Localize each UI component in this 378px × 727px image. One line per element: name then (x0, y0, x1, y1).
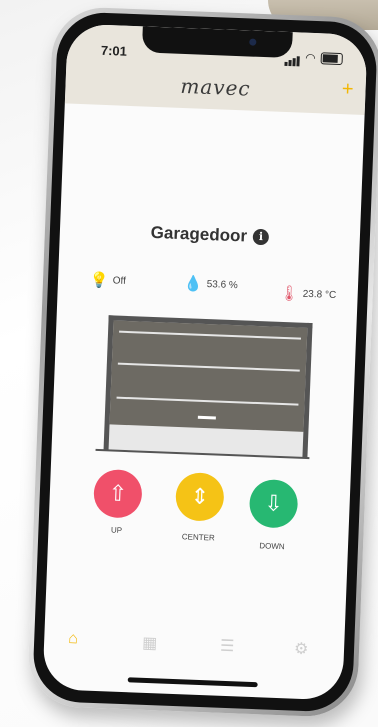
droplet-icon: 💧 (183, 275, 203, 293)
camera-icon (249, 38, 257, 46)
light-sensor: 💡 Off (90, 271, 127, 290)
down-button[interactable]: ⇩ (248, 478, 299, 529)
down-label: DOWN (259, 541, 285, 552)
list-icon[interactable]: ☰ (220, 636, 235, 657)
garage-door-frame (103, 315, 313, 459)
temperature-value: 23.8 °C (302, 288, 337, 301)
device-title: Garagedoor i (60, 219, 361, 251)
door-slat (117, 362, 300, 372)
lightbulb-icon: 💡 (89, 271, 110, 290)
humidity-value: 53.6 % (206, 278, 239, 291)
up-label: UP (110, 525, 123, 535)
phone-bezel: 7:01 ◠ mavec + Garagedoor i 💡 Off 💧 53.6… (31, 11, 378, 713)
battery-icon (320, 52, 343, 66)
status-icons: ◠ (283, 48, 343, 68)
phone-body: 7:01 ◠ mavec + Garagedoor i 💡 Off 💧 53.6… (26, 5, 378, 719)
brand-logo: mavec (179, 73, 252, 101)
settings-icon[interactable]: ⚙ (294, 639, 309, 660)
home-indicator (127, 677, 258, 688)
app-screen: 7:01 ◠ mavec + Garagedoor i 💡 Off 💧 53.6… (42, 23, 368, 701)
grid-icon[interactable]: ▦ (142, 633, 158, 654)
tab-bar: ⌂ ▦ ☰ ⚙ (43, 619, 344, 670)
humidity-sensor: 💧 53.6 % (184, 274, 238, 294)
info-icon[interactable]: i (252, 228, 270, 246)
up-button[interactable]: ⇧ (92, 468, 143, 519)
temperature-sensor: 🌡 23.8 °C (279, 284, 336, 304)
garage-door-panel (109, 320, 308, 432)
light-value: Off (112, 274, 127, 287)
home-icon[interactable]: ⌂ (68, 630, 78, 648)
door-handle (197, 415, 216, 420)
wifi-icon: ◠ (305, 50, 317, 66)
photo-background: 7:01 ◠ mavec + Garagedoor i 💡 Off 💧 53.6… (0, 0, 378, 727)
thermometer-icon: 🌡 (279, 284, 300, 303)
door-slat (116, 396, 299, 406)
device-name: Garagedoor (150, 222, 248, 246)
center-label: CENTER (181, 532, 215, 543)
plus-icon[interactable]: + (341, 78, 354, 101)
status-time: 7:01 (100, 42, 128, 59)
center-button[interactable]: ⇕ (174, 471, 225, 522)
door-slat (119, 330, 302, 340)
